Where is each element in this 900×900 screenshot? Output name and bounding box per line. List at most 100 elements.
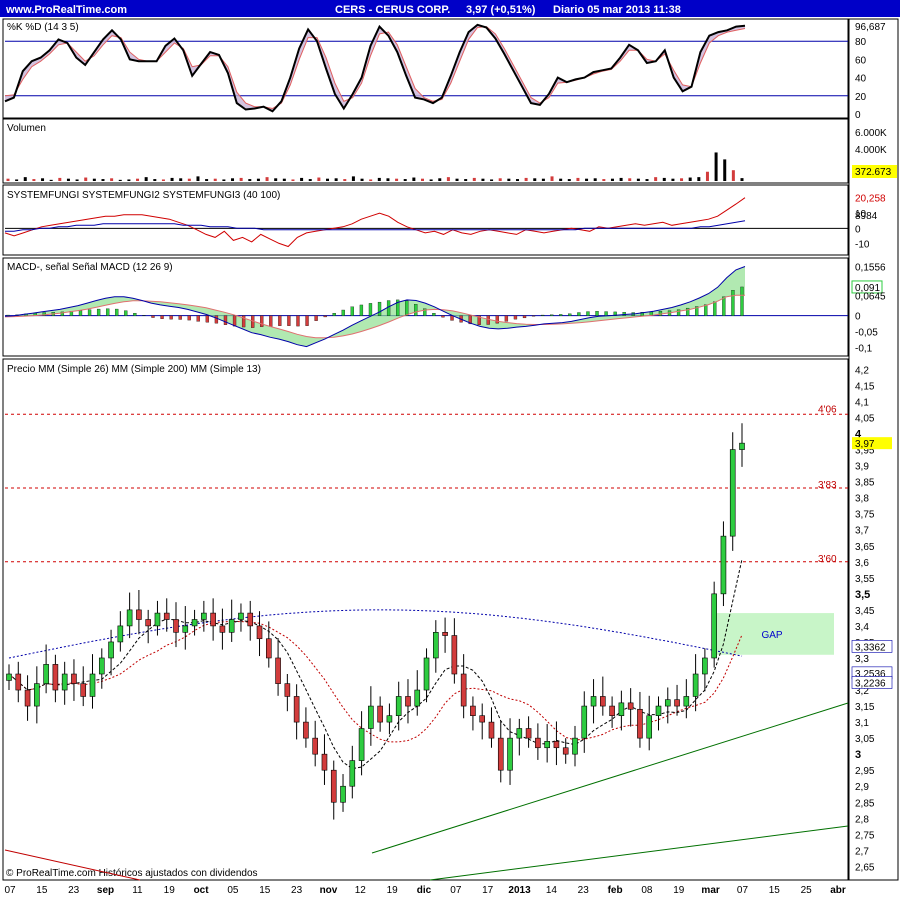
x-axis-label: 23 (291, 885, 303, 896)
gap-label: GAP (761, 630, 782, 641)
macd-hist-bar (676, 309, 681, 316)
price-tick-label: 2,65 (855, 862, 875, 873)
macd-tick-label: -0,1 (855, 343, 873, 354)
price-tick-label: 3,55 (855, 574, 875, 585)
candle-body (395, 696, 402, 716)
macd-hist-bar (441, 315, 445, 318)
fungi-tick-label: 8984 (855, 211, 878, 222)
volume-bar (32, 179, 36, 181)
candle-body (210, 612, 216, 627)
x-axis-label: 12 (355, 885, 367, 896)
candle-body (646, 715, 653, 739)
systemfungi-title: SYSTEMFUNGI SYSTEMFUNGI2 SYSTEMFUNGI3 (4… (7, 190, 280, 201)
macd-hist-bar (314, 315, 318, 321)
macd-hist-bar (513, 315, 518, 320)
candle-body (126, 609, 133, 627)
volume-bar (6, 178, 10, 181)
candle-body (80, 683, 87, 697)
stoch-tick-label: 80 (855, 37, 867, 48)
price-tick-label: 3,3 (855, 654, 869, 665)
macd-hist-bar (377, 301, 382, 316)
volume-bar (274, 178, 278, 181)
candle-body (71, 673, 77, 684)
macd-hist-bar (622, 312, 626, 316)
macd-hist-bar (658, 311, 663, 316)
footer-note: © ProRealTime.com Históricos ajustados c… (6, 868, 258, 879)
candle-body (61, 673, 68, 691)
macd-hist-bar (151, 315, 155, 318)
price-tick-label: 2,8 (855, 814, 869, 825)
site-url[interactable]: www.ProRealTime.com (5, 4, 127, 16)
macd-tick-label: 0,0645 (855, 291, 886, 302)
macd-hist-bar (504, 315, 509, 322)
price-tick-label: 3,7 (855, 526, 869, 537)
volume-bar (438, 178, 442, 181)
instrument-title: CERS - CERUS CORP. (335, 4, 450, 16)
price-tick-label: 3,75 (855, 510, 875, 521)
candle-body (460, 673, 467, 707)
volume-bar (334, 178, 338, 181)
candle-body (442, 632, 448, 636)
x-axis-label: oct (194, 885, 210, 896)
candle-body (201, 612, 207, 620)
volume-bar (265, 177, 269, 181)
volume-bar (429, 179, 433, 181)
volume-bar (58, 177, 62, 181)
macd-hist-bar (269, 315, 273, 327)
candle-body (98, 657, 105, 675)
macd-hist-bar (332, 313, 336, 316)
macd-hist-bar (568, 313, 572, 316)
candle-body (720, 535, 727, 595)
candle-body (590, 696, 597, 707)
candle-body (191, 619, 198, 627)
volume-bar (326, 178, 330, 181)
macd-hist-bar (232, 315, 237, 327)
volume-last-label: 372.673 (855, 167, 892, 178)
volume-bar (231, 178, 235, 181)
x-axis-label: 25 (801, 885, 813, 896)
candle-body (136, 609, 142, 620)
stoch-tick-label: 0 (855, 110, 861, 121)
candle-body (182, 625, 189, 633)
macd-hist-bar (178, 315, 182, 320)
volume-bar (343, 179, 347, 181)
volume-bar (533, 178, 537, 181)
macd-hist-bar (522, 315, 527, 319)
candle-body (284, 683, 291, 697)
fungi-tick-label: 0 (855, 224, 861, 235)
volume-bar (541, 178, 545, 181)
volume-bar (66, 178, 70, 181)
candle-body (321, 753, 328, 771)
volume-bar (196, 176, 200, 181)
price-right-label: 3,3362 (855, 642, 886, 653)
candle-body (553, 741, 560, 749)
candle-body (15, 673, 22, 691)
macd-hist-bar (386, 300, 391, 316)
macd-hist-bar (106, 308, 110, 316)
x-axis-label: 15 (36, 885, 48, 896)
candle-body (330, 769, 337, 803)
price-title: Precio MM (Simple 26) MM (Simple 200) MM… (7, 364, 261, 375)
price-tick-label: 2,7 (855, 846, 869, 857)
volume-bar (127, 179, 131, 181)
x-axis-label: nov (320, 885, 338, 896)
volume-bar (205, 179, 209, 181)
macd-hist-bar (350, 306, 354, 316)
volume-bar (49, 179, 53, 181)
volume-bar (351, 176, 355, 181)
volume-bar (714, 152, 718, 181)
macd-hist-bar (169, 315, 173, 320)
stoch-tick-label: 96,687 (855, 22, 886, 33)
x-axis-label: 19 (164, 885, 176, 896)
price-tick-label: 3,4 (855, 622, 869, 633)
macd-tick-label: 0 (855, 312, 861, 323)
candle-body (386, 715, 393, 723)
x-axis-label: 07 (450, 885, 462, 896)
macd-hist-bar (323, 315, 327, 318)
macd-hist-bar (96, 308, 101, 316)
price-tick-label: 3,05 (855, 734, 875, 745)
macd-hist-bar (559, 314, 563, 316)
x-axis-label: 14 (546, 885, 558, 896)
candle-body (683, 696, 690, 707)
price-tick-label: 4,15 (855, 381, 875, 392)
